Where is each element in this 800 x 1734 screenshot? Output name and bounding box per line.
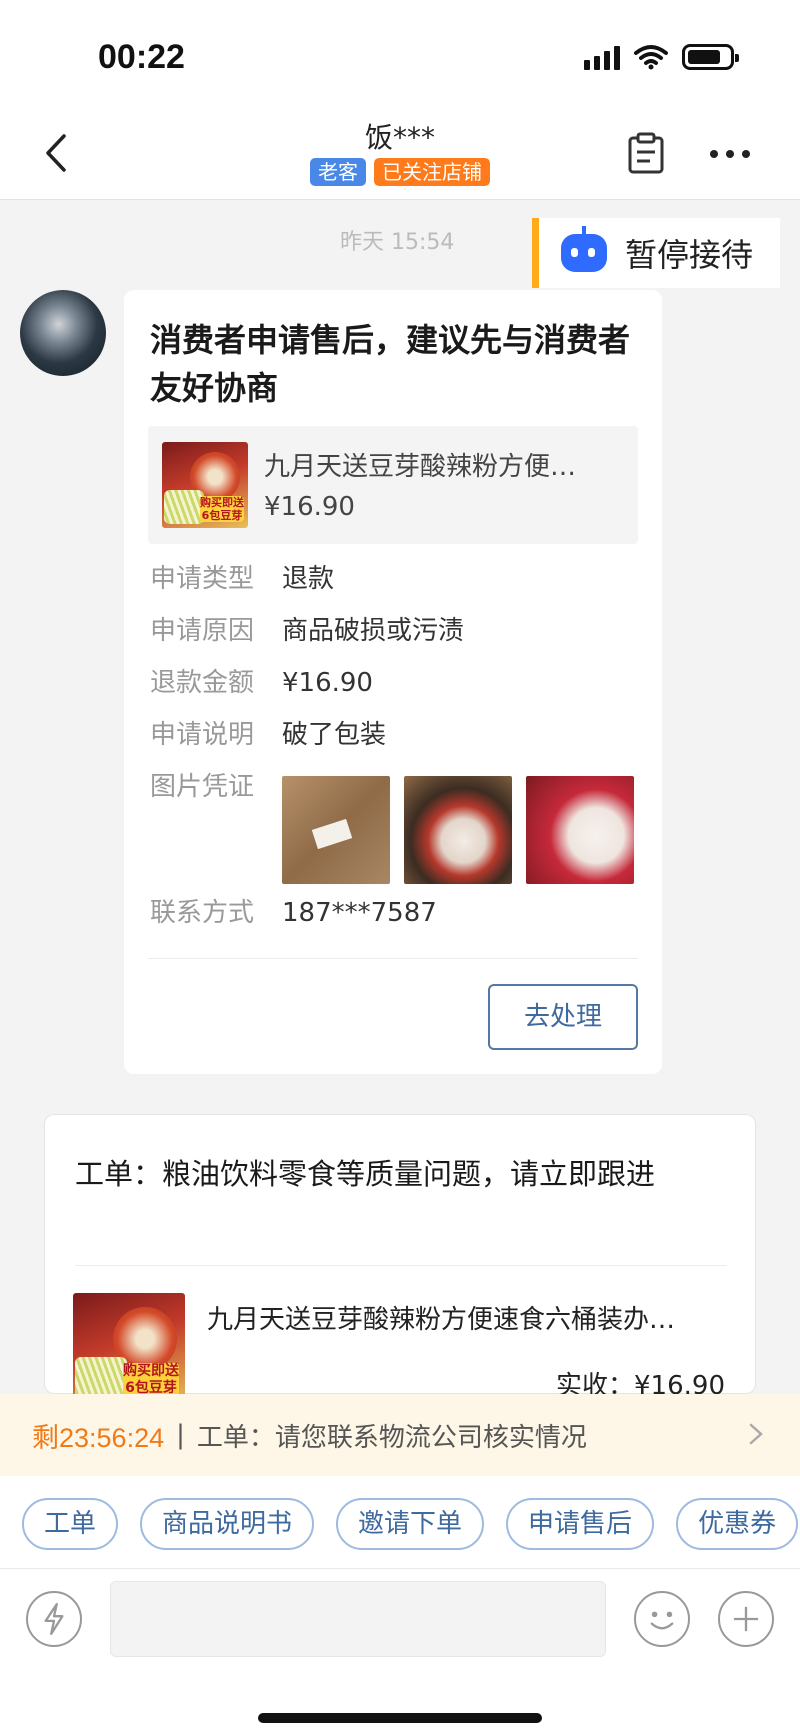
quick-actions-bar: 工单 商品说明书 邀请下单 申请售后 优惠券 [0,1476,800,1568]
divider [75,1265,727,1266]
evidence-photo[interactable] [404,776,512,884]
product-price: ¥16.90 [264,492,355,522]
emoji-icon[interactable] [634,1591,690,1647]
battery-icon [682,44,739,70]
detail-row-type: 申请类型 退款 [150,562,640,614]
product-thumbnail: 购买即送 6包豆芽 [162,442,248,528]
notice-separator: | [176,1420,185,1450]
detail-value: 187***7587 [282,898,437,928]
customer-avatar[interactable] [20,290,106,376]
product-summary[interactable]: 购买即送 6包豆芽 九月天送豆芽酸辣粉方便… ¥16.90 [148,426,638,544]
detail-label: 申请说明 [150,720,255,750]
home-indicator [258,1713,542,1723]
message-timestamp: 昨天 15:54 [340,230,455,255]
plus-icon[interactable] [718,1591,774,1647]
customer-tags: 老客 已关注店铺 [0,158,800,186]
after-sales-request-card: 消费者申请售后，建议先与消费者友好协商 购买即送 6包豆芽 九月天送豆芽酸辣粉方… [124,290,662,1074]
detail-row-contact: 联系方式 187***7587 [150,896,640,948]
evidence-photos [282,776,634,896]
product-name: 九月天送豆芽酸辣粉方便… [264,452,577,482]
evidence-photo[interactable] [526,776,634,884]
detail-label: 申请类型 [150,564,255,594]
work-order-title: 工单：粮油饮料零食等质量问题，请立即跟进 [75,1157,656,1191]
request-details: 申请类型 退款 申请原因 商品破损或污渍 退款金额 ¥16.90 申请说明 破了… [150,562,640,948]
more-options-icon[interactable] [710,134,760,174]
message-input[interactable] [110,1581,606,1657]
quick-reply-bolt-icon[interactable] [26,1591,82,1647]
detail-label: 退款金额 [150,668,255,698]
work-order-card[interactable]: 工单：粮油饮料零食等质量问题，请立即跟进 购买即送 6包豆芽 九月天送豆芽酸辣粉… [44,1114,756,1405]
chip-after-sales[interactable]: 申请售后 [506,1498,655,1550]
product-thumbnail-badge: 购买即送 6包豆芽 [200,496,244,522]
detail-row-photos: 图片凭证 [150,770,640,896]
chat-header: 饭*** 老客 已关注店铺 [0,110,800,200]
chip-product-manual[interactable]: 商品说明书 [140,1498,315,1550]
tag-followed-store: 已关注店铺 [374,158,490,186]
detail-row-note: 申请说明 破了包装 [150,718,640,770]
status-bar: 00:22 [0,0,800,110]
order-notes-icon[interactable] [624,132,668,176]
status-icons [584,44,739,70]
pause-reception-button[interactable]: 暂停接待 [532,218,780,288]
status-time: 00:22 [98,38,185,76]
evidence-photo[interactable] [282,776,390,884]
chip-work-order[interactable]: 工单 [22,1498,119,1550]
tag-returning-customer: 老客 [310,158,366,186]
after-sales-card-title: 消费者申请售后，建议先与消费者友好协商 [150,321,631,407]
work-order-product-name: 九月天送豆芽酸辣粉方便速食六桶装办… [207,1305,676,1335]
divider [148,958,638,959]
detail-label: 联系方式 [150,898,255,928]
detail-row-amount: 退款金额 ¥16.90 [150,666,640,718]
work-order-notice-bar[interactable]: 剩23:56:24 | 工单：请您联系物流公司核实情况 [0,1394,800,1476]
wifi-icon [634,45,668,70]
chip-invite-order[interactable]: 邀请下单 [336,1498,485,1550]
detail-label: 申请原因 [150,616,255,646]
detail-label: 图片凭证 [150,772,255,802]
detail-value: ¥16.90 [282,668,373,698]
notice-text: 工单：请您联系物流公司核实情况 [196,1422,587,1453]
detail-value: 商品破损或污渍 [282,616,465,646]
customer-name: 饭*** [364,121,435,154]
robot-icon [561,226,607,272]
signal-icon [584,44,620,70]
work-order-product-thumbnail: 购买即送 6包豆芽 [73,1293,185,1405]
detail-row-reason: 申请原因 商品破损或污渍 [150,614,640,666]
message-input-bar [0,1568,800,1734]
chip-coupon[interactable]: 优惠券 [676,1498,799,1550]
countdown-timer: 剩23:56:24 [32,1422,165,1453]
product-thumbnail-badge: 购买即送 6包豆芽 [123,1363,179,1397]
pause-reception-label: 暂停接待 [625,236,754,274]
handle-request-button[interactable]: 去处理 [488,984,638,1050]
detail-value: 破了包装 [282,720,387,750]
detail-value: 退款 [282,564,335,594]
chevron-right-icon [749,1423,763,1445]
